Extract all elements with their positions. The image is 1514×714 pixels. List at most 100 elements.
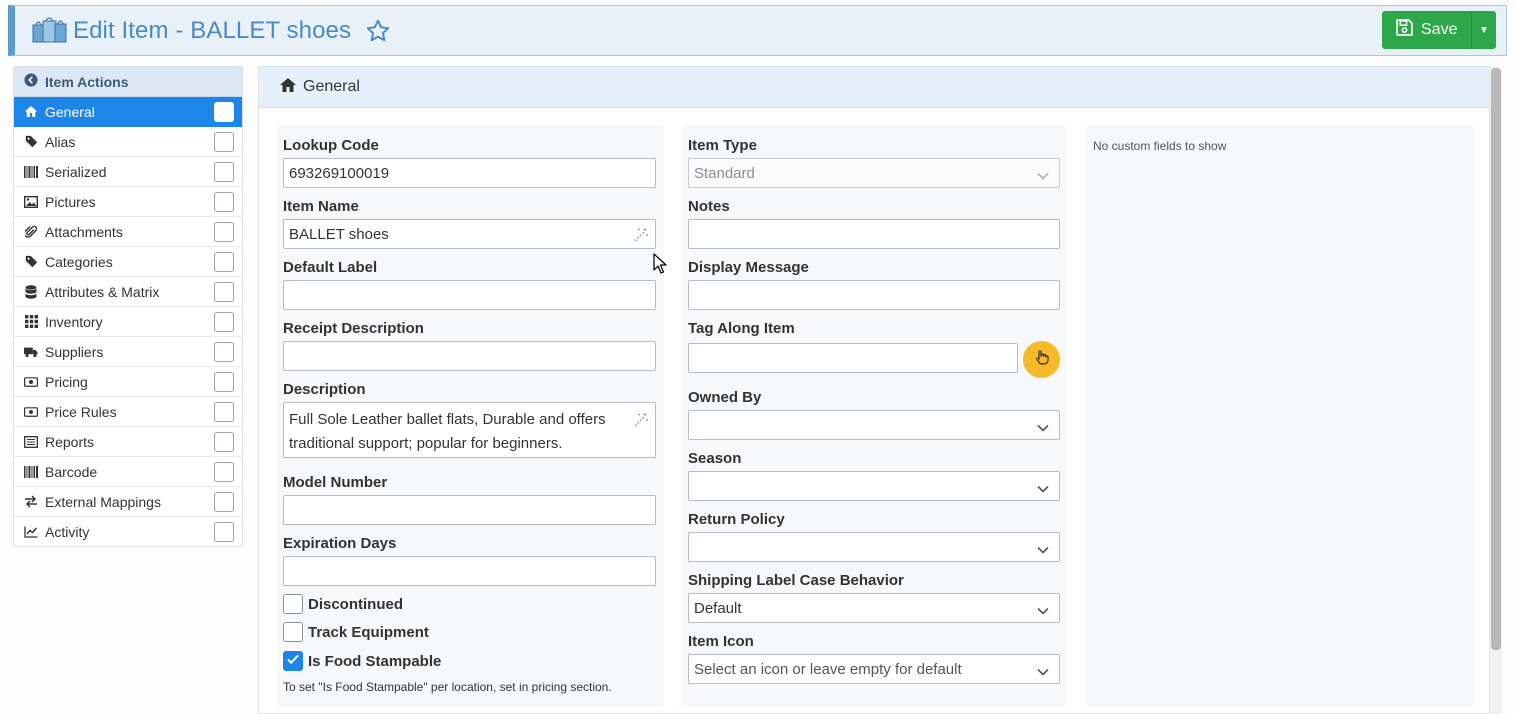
magic-wand-icon[interactable] — [633, 227, 649, 243]
sidebar-item-reports[interactable]: Reports — [14, 427, 242, 457]
sidebar-item-label: Serialized — [45, 163, 107, 180]
sidebar-item-checkbox[interactable] — [214, 462, 234, 482]
item-name-label: Item Name — [283, 198, 359, 215]
tag-along-lookup-button[interactable] — [1023, 341, 1060, 378]
sidebar-item-categories[interactable]: Categories — [14, 247, 242, 277]
sidebar-item-checkbox[interactable] — [214, 522, 234, 542]
receipt-description-label: Receipt Description — [283, 320, 424, 337]
sidebar-item-activity[interactable]: Activity — [14, 517, 242, 547]
display-message-input[interactable] — [688, 280, 1060, 310]
sidebar-heading[interactable]: Item Actions — [14, 67, 242, 97]
save-dropdown-caret[interactable]: ▼ — [1472, 11, 1496, 49]
item-icon-select[interactable]: Select an icon or leave empty for defaul… — [688, 654, 1060, 684]
sidebar-item-checkbox[interactable] — [214, 372, 234, 392]
track-equipment-checkbox[interactable] — [283, 622, 303, 642]
image-icon — [24, 195, 38, 209]
default-label-input[interactable] — [283, 280, 656, 310]
expiration-days-input[interactable] — [283, 556, 656, 586]
sidebar-item-checkbox[interactable] — [214, 162, 234, 182]
sidebar-item-label: Pricing — [45, 373, 88, 390]
database-icon — [24, 284, 38, 299]
lookup-code-input[interactable]: 693269100019 — [283, 158, 656, 188]
sidebar-item-label: Alias — [45, 133, 76, 150]
sidebar-item-label: Suppliers — [45, 343, 104, 360]
lookup-code-label: Lookup Code — [283, 137, 379, 154]
item-type-value: Standard — [694, 164, 755, 182]
description-textarea[interactable]: Full Sole Leather ballet flats, Durable … — [283, 402, 656, 458]
tag-along-item-label: Tag Along Item — [688, 320, 795, 337]
display-message-label: Display Message — [688, 259, 809, 276]
section-header: General — [259, 67, 1489, 108]
sidebar-item-checkbox[interactable] — [214, 132, 234, 152]
shipping-label-case-select[interactable]: Default — [688, 593, 1060, 623]
sidebar-item-attributes-matrix[interactable]: Attributes & Matrix — [14, 277, 242, 307]
season-select[interactable] — [688, 471, 1060, 501]
food-stampable-label: Is Food Stampable — [308, 653, 442, 670]
mouse-cursor-icon — [653, 253, 667, 275]
sidebar-item-checkbox[interactable] — [214, 102, 234, 122]
sidebar-item-barcode[interactable]: Barcode — [14, 457, 242, 487]
sidebar-item-attachments[interactable]: Attachments — [14, 217, 242, 247]
sidebar-item-serialized[interactable]: Serialized — [14, 157, 242, 187]
sidebar-item-label: Attributes & Matrix — [45, 283, 160, 300]
sidebar-item-label: Inventory — [45, 313, 103, 330]
favorite-star-icon[interactable] — [365, 18, 391, 44]
sidebar-item-checkbox[interactable] — [214, 222, 234, 242]
item-type-select[interactable]: Standard — [688, 158, 1060, 188]
sidebar-item-suppliers[interactable]: Suppliers — [14, 337, 242, 367]
sidebar-item-checkbox[interactable] — [214, 252, 234, 272]
owned-by-select[interactable] — [688, 410, 1060, 440]
food-stampable-note: To set "Is Food Stampable" per location,… — [283, 680, 612, 694]
return-policy-select[interactable] — [688, 532, 1060, 562]
receipt-description-input[interactable] — [283, 341, 656, 371]
general-panel: General Lookup Code 693269100019 Item Na… — [258, 66, 1490, 714]
chevron-down-icon — [1037, 664, 1049, 676]
shipping-label-case-label: Shipping Label Case Behavior — [688, 572, 904, 589]
save-label: Save — [1421, 21, 1458, 38]
sidebar-item-label: Price Rules — [45, 403, 117, 420]
sidebar-item-inventory[interactable]: Inventory — [14, 307, 242, 337]
barcode-icon — [24, 465, 38, 479]
item-actions-sidebar: Item Actions General Alias Serialized Pictu… — [13, 66, 243, 547]
description-value: Full Sole Leather ballet flats, Durable … — [289, 411, 606, 452]
sidebar-item-checkbox[interactable] — [214, 282, 234, 302]
sidebar-item-pictures[interactable]: Pictures — [14, 187, 242, 217]
chevron-down-icon — [1037, 168, 1049, 180]
discontinued-checkbox[interactable] — [283, 594, 303, 614]
page-scrollbar[interactable] — [1490, 66, 1502, 714]
item-name-input[interactable]: BALLET shoes — [283, 219, 656, 249]
sidebar-item-general[interactable]: General — [14, 97, 242, 127]
sidebar-item-label: External Mappings — [45, 493, 161, 510]
season-label: Season — [688, 450, 742, 467]
sidebar-item-alias[interactable]: Alias — [14, 127, 242, 157]
tag-along-item-input[interactable] — [688, 343, 1018, 373]
sidebar-heading-label: Item Actions — [45, 73, 129, 90]
hand-pointer-icon — [1034, 349, 1050, 370]
item-type-label: Item Type — [688, 137, 757, 154]
sidebar-item-checkbox[interactable] — [214, 402, 234, 422]
grid-icon — [24, 315, 38, 329]
owned-by-label: Owned By — [688, 389, 762, 406]
sidebar-item-checkbox[interactable] — [214, 432, 234, 452]
sidebar-item-external-mappings[interactable]: External Mappings — [14, 487, 242, 517]
scrollbar-thumb[interactable] — [1491, 68, 1501, 650]
floppy-disk-icon — [1396, 19, 1413, 41]
default-label-label: Default Label — [283, 259, 378, 276]
model-number-input[interactable] — [283, 495, 656, 525]
sidebar-item-price-rules[interactable]: Price Rules — [14, 397, 242, 427]
chevron-down-icon — [1037, 542, 1049, 554]
notes-label: Notes — [688, 198, 730, 215]
expiration-days-label: Expiration Days — [283, 535, 397, 552]
save-button[interactable]: Save — [1382, 11, 1472, 49]
tag-icon — [24, 255, 38, 269]
sidebar-item-checkbox[interactable] — [214, 342, 234, 362]
sidebar-item-checkbox[interactable] — [214, 192, 234, 212]
sidebar-item-pricing[interactable]: Pricing — [14, 367, 242, 397]
model-number-label: Model Number — [283, 474, 388, 491]
sidebar-item-checkbox[interactable] — [214, 312, 234, 332]
magic-wand-icon[interactable] — [633, 412, 649, 428]
notes-input[interactable] — [688, 219, 1060, 249]
sidebar-item-checkbox[interactable] — [214, 492, 234, 512]
home-icon — [24, 105, 38, 119]
food-stampable-checkbox[interactable] — [283, 651, 303, 671]
